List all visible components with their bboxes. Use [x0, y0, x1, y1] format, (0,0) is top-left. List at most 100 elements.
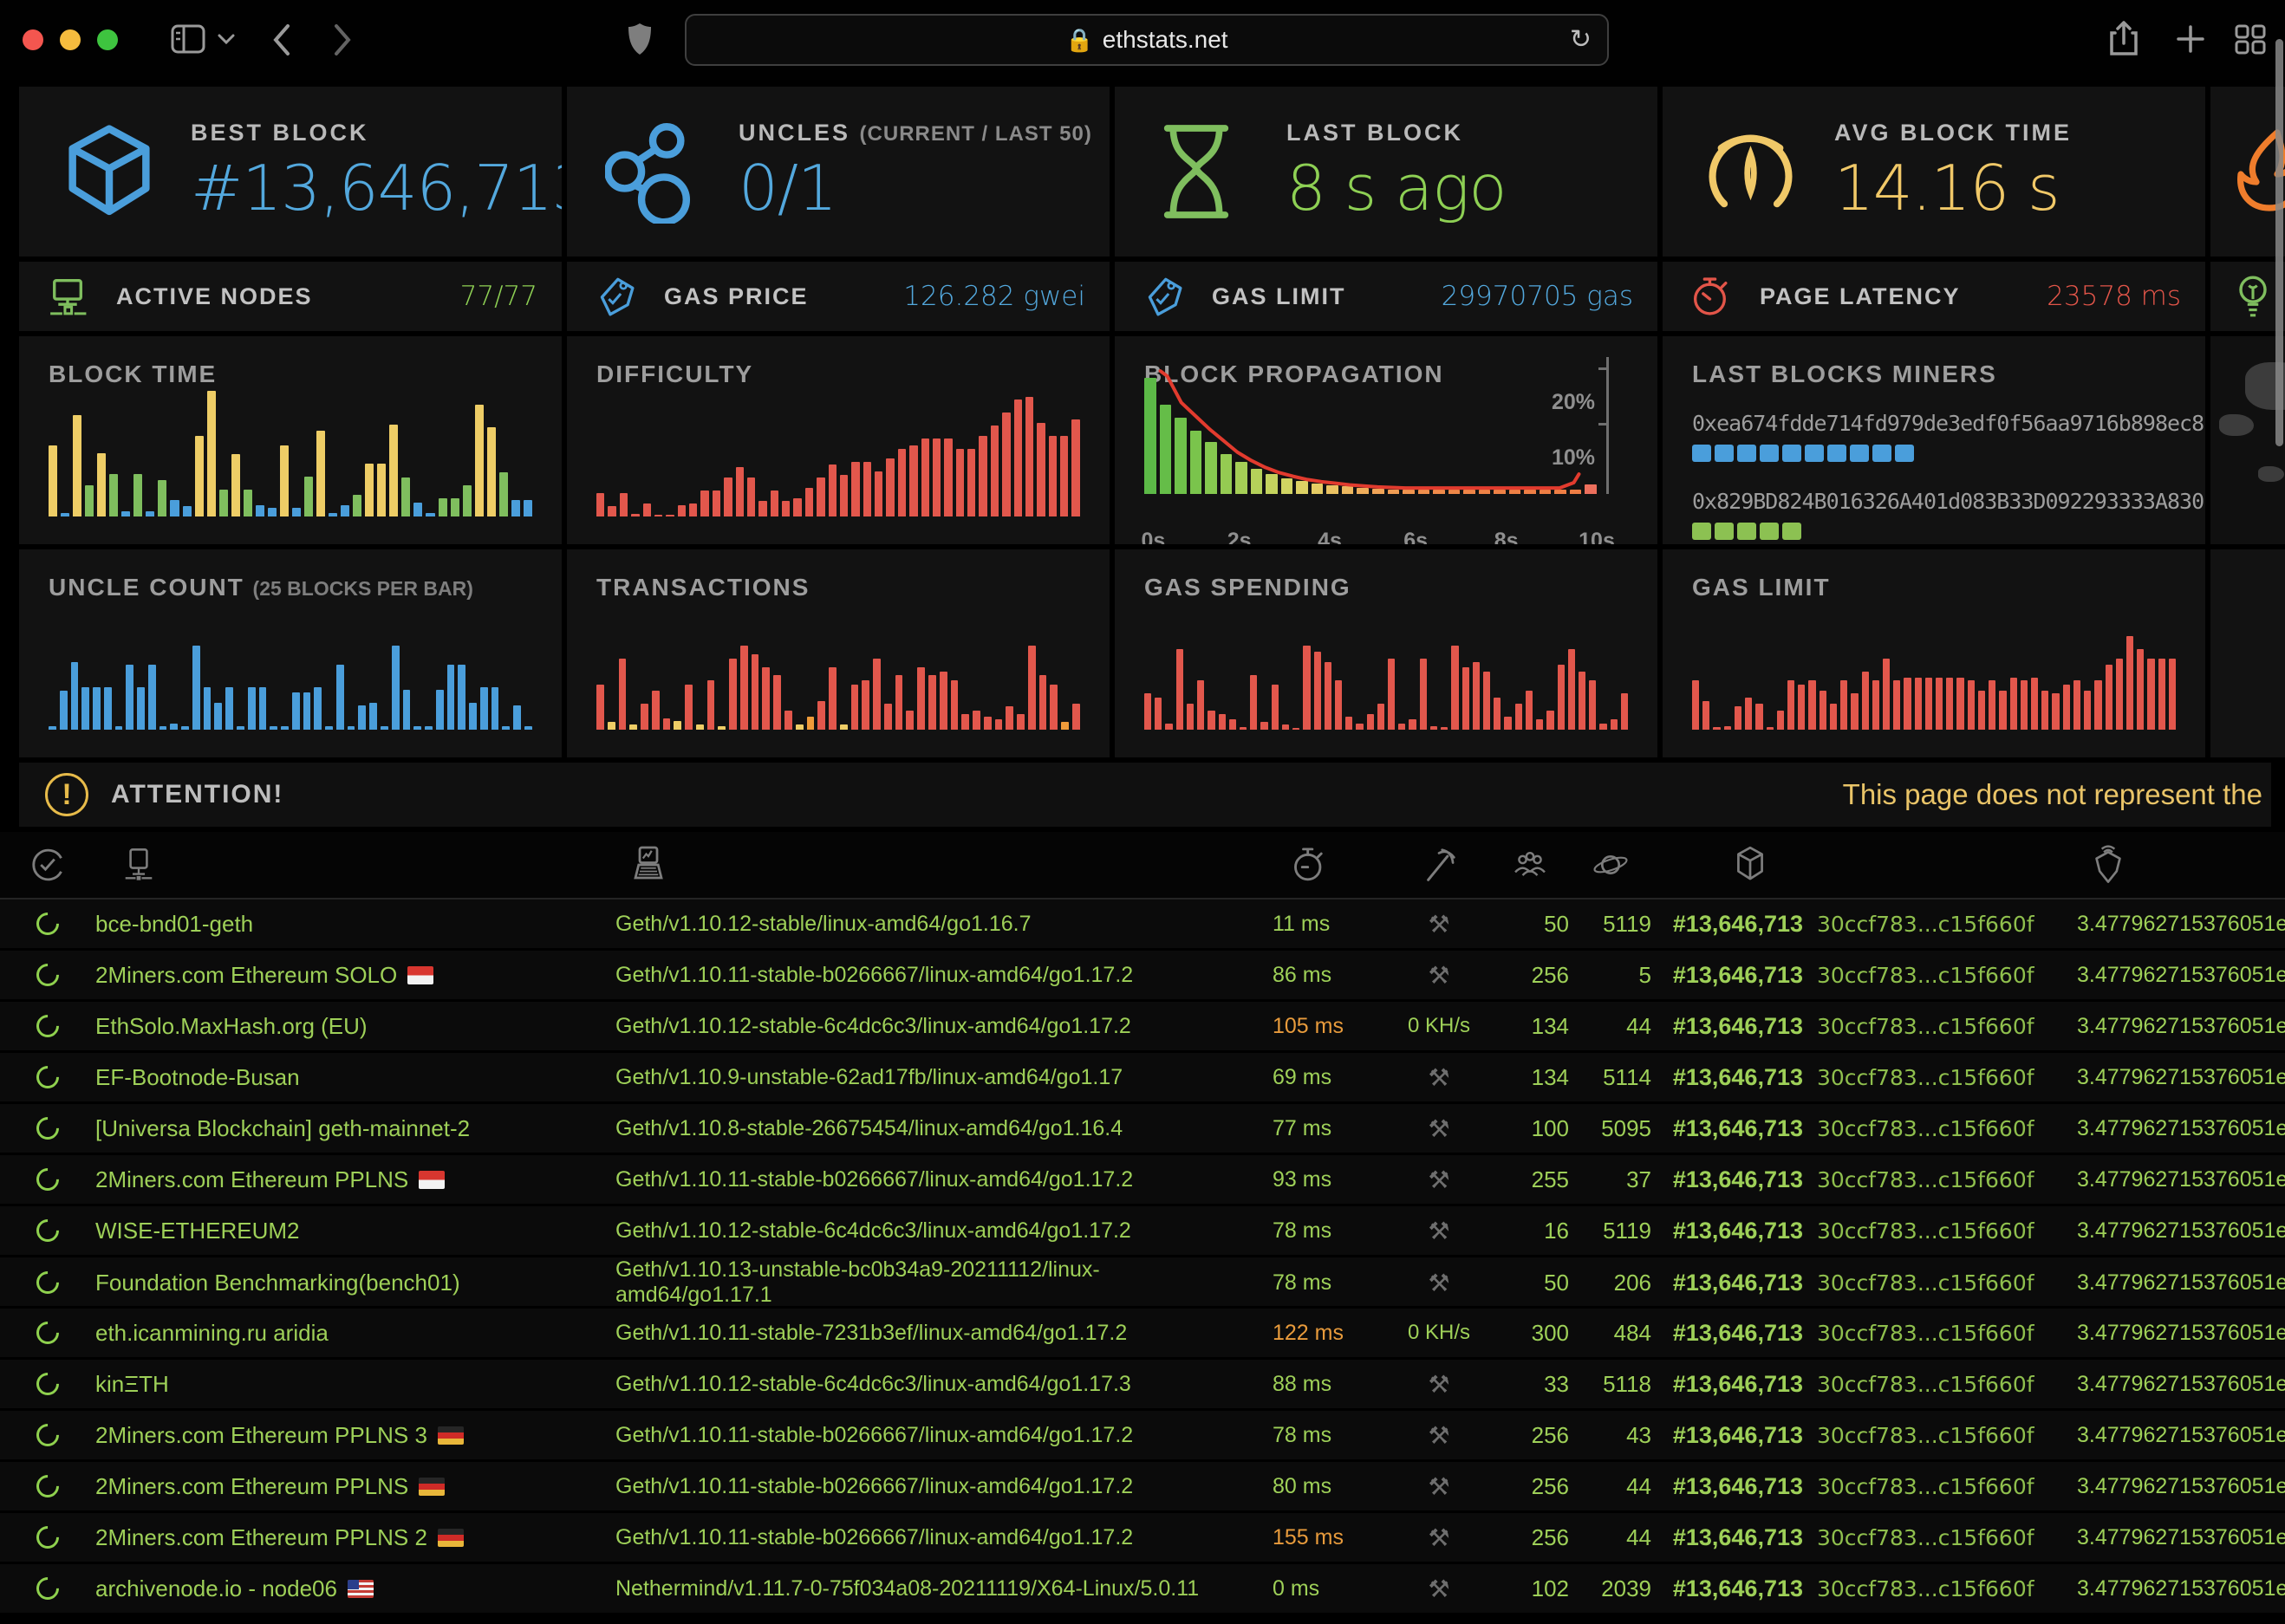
node-row[interactable]: Foundation Benchmarking(bench01) Geth/v1… — [0, 1257, 2285, 1309]
gas-limit-card: GAS LIMIT 29970705 gas — [1115, 262, 1657, 331]
chart-bar — [2106, 665, 2112, 730]
node-name[interactable]: [Universa Blockchain] geth-mainnet-2 — [95, 1115, 572, 1142]
chart-bar — [159, 726, 167, 731]
node-row[interactable]: 2Miners.com Ethereum PPLNS Geth/v1.10.11… — [0, 1155, 2285, 1206]
node-total-difficulty: 3.477962715376051e+ — [2063, 1065, 2285, 1090]
mining-icon — [1387, 844, 1491, 886]
chart-bar — [762, 667, 770, 730]
chart-bar — [1072, 704, 1080, 730]
chart-bar — [1060, 436, 1068, 516]
uncle-count-chart: UNCLE COUNT (25 BLOCKS PER BAR) — [19, 549, 562, 757]
node-row[interactable]: 2Miners.com Ethereum PPLNS 3 Geth/v1.10.… — [0, 1411, 2285, 1462]
back-icon[interactable] — [270, 23, 293, 57]
sidebar-toggle-icon[interactable] — [170, 23, 206, 55]
node-last-block: #13,646,713 — [1651, 1371, 1803, 1398]
privacy-shield-icon[interactable] — [626, 21, 654, 57]
chart-bar — [1893, 680, 1900, 730]
node-row[interactable]: archivenode.io - node06 Nethermind/v1.11… — [0, 1564, 2285, 1615]
node-name[interactable]: 2Miners.com Ethereum PPLNS — [95, 1166, 572, 1193]
node-row[interactable]: 2Miners.com Ethereum PPLNS 2 Geth/v1.10.… — [0, 1513, 2285, 1564]
chart-bar — [1292, 728, 1299, 730]
chart-bar — [148, 665, 156, 730]
chart-bar — [1936, 678, 1943, 730]
forward-icon[interactable] — [331, 23, 354, 57]
close-window-button[interactable] — [23, 29, 43, 50]
node-name[interactable]: 2Miners.com Ethereum PPLNS 3 — [95, 1422, 572, 1449]
chart-bar — [469, 703, 477, 731]
node-row[interactable]: kinΞTH Geth/v1.10.12-stable-6c4dc6c3/lin… — [0, 1360, 2285, 1411]
node-row[interactable]: WISE-ETHEREUM2 Geth/v1.10.12-stable-6c4d… — [0, 1206, 2285, 1257]
node-block-hash: 30ccf783...c15f660f — [1803, 1116, 2063, 1141]
chart-bar — [1540, 490, 1552, 494]
node-icon — [95, 843, 572, 887]
mined-block-square — [1760, 445, 1779, 462]
chart-bar — [146, 511, 154, 516]
share-icon[interactable] — [2108, 19, 2139, 57]
node-name[interactable]: 2Miners.com Ethereum PPLNS 2 — [95, 1524, 572, 1551]
node-pending: 5114 — [1569, 1064, 1651, 1091]
node-name[interactable]: Foundation Benchmarking(bench01) — [95, 1270, 572, 1296]
chart-bar — [1441, 727, 1448, 730]
node-row[interactable]: 2Miners.com Ethereum PPLNS Geth/v1.10.11… — [0, 1462, 2285, 1513]
chart-bar — [951, 680, 959, 730]
node-row[interactable]: bce-bnd01-geth Geth/v1.10.12-stable/linu… — [0, 900, 2285, 951]
reload-icon[interactable]: ↻ — [1570, 24, 1592, 55]
node-peers: 134 — [1491, 1064, 1569, 1091]
chart-bar — [1851, 693, 1858, 730]
node-name[interactable]: archivenode.io - node06 — [95, 1575, 572, 1602]
node-last-block: #13,646,713 — [1651, 1218, 1803, 1244]
node-client-version: Geth/v1.10.12-stable-6c4dc6c3/linux-amd6… — [572, 1218, 1231, 1244]
chart-bar — [2094, 680, 2101, 730]
sidebar-chevron-icon[interactable] — [217, 33, 236, 45]
node-name[interactable]: eth.icanmining.ru aridia — [95, 1320, 572, 1347]
node-name[interactable]: bce-bnd01-geth — [95, 911, 572, 938]
chart-bar — [137, 687, 145, 731]
traffic-lights[interactable] — [23, 29, 118, 50]
chart-bar — [133, 474, 142, 517]
chart-bar — [784, 711, 792, 731]
chart-title: GAS SPENDING — [1144, 574, 1628, 601]
minimize-window-button[interactable] — [60, 29, 81, 50]
chart-bar — [109, 474, 118, 517]
node-row[interactable]: EF-Bootnode-Busan Geth/v1.10.9-unstable-… — [0, 1053, 2285, 1104]
node-peers: 33 — [1491, 1371, 1569, 1398]
mined-block-square — [1805, 445, 1824, 462]
node-client-version: Geth/v1.10.12-stable-6c4dc6c3/linux-amd6… — [572, 1372, 1231, 1397]
mined-block-square — [1850, 445, 1869, 462]
chart-bar — [292, 508, 301, 517]
chart-bar — [204, 687, 212, 731]
node-name[interactable]: EF-Bootnode-Busan — [95, 1064, 572, 1091]
gas-spending-bars — [1144, 600, 1628, 730]
node-name[interactable]: WISE-ETHEREUM2 — [95, 1218, 572, 1244]
node-row[interactable]: eth.icanmining.ru aridia Geth/v1.10.11-s… — [0, 1309, 2285, 1360]
tag-icon — [593, 274, 641, 319]
node-status-icon — [0, 1219, 95, 1242]
browser-toolbar: 🔒 ethstats.net ↻ — [0, 0, 2285, 80]
new-tab-icon[interactable] — [2174, 23, 2207, 55]
mined-block-square — [1782, 523, 1801, 540]
scrollbar-thumb[interactable] — [2275, 39, 2283, 446]
node-client-version: Geth/v1.10.12-stable-6c4dc6c3/linux-amd6… — [572, 1014, 1231, 1039]
node-name[interactable]: 2Miners.com Ethereum SOLO — [95, 962, 572, 989]
node-status-icon — [0, 1271, 95, 1294]
node-name[interactable]: kinΞTH — [95, 1371, 572, 1398]
node-row[interactable]: 2Miners.com Ethereum SOLO Geth/v1.10.11-… — [0, 951, 2285, 1002]
url-bar[interactable]: 🔒 ethstats.net ↻ — [685, 14, 1609, 66]
hourglass-icon — [1153, 120, 1257, 224]
node-name[interactable]: EthSolo.MaxHash.org (EU) — [95, 1013, 572, 1040]
chart-bar — [1367, 714, 1374, 730]
chart-bar — [1462, 667, 1469, 730]
chart-bar — [793, 498, 801, 516]
chart-bar — [1925, 678, 1932, 730]
node-total-difficulty: 3.477962715376051e+ — [2063, 963, 2285, 988]
node-client-version: Geth/v1.10.13-unstable-bc0b34a9-20211112… — [572, 1257, 1231, 1308]
chart-bar — [829, 667, 837, 730]
node-row[interactable]: EthSolo.MaxHash.org (EU) Geth/v1.10.12-s… — [0, 1002, 2285, 1053]
chart-bar — [1956, 678, 1963, 730]
zoom-window-button[interactable] — [97, 29, 118, 50]
chart-bar — [1025, 397, 1033, 516]
mined-block-square — [1692, 523, 1711, 540]
node-row[interactable]: [Universa Blockchain] geth-mainnet-2 Get… — [0, 1104, 2285, 1155]
node-name[interactable]: 2Miners.com Ethereum PPLNS — [95, 1473, 572, 1500]
tab-overview-icon[interactable] — [2233, 23, 2268, 55]
